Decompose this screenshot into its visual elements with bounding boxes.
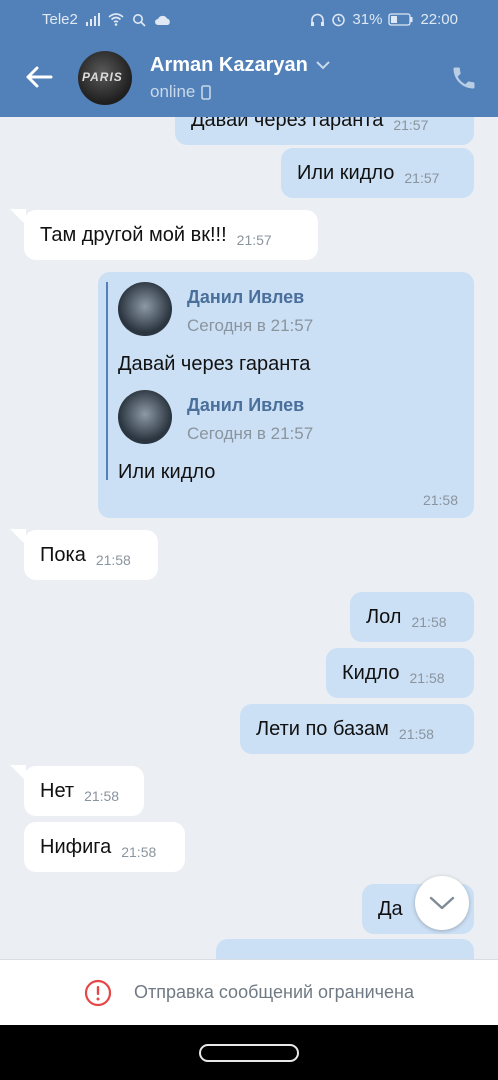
carrier-label: Tele2 — [42, 11, 78, 28]
mobile-icon — [201, 84, 212, 100]
message-text: Давай через гаранта — [191, 117, 384, 131]
avatar[interactable] — [118, 390, 172, 444]
scroll-down-button[interactable] — [415, 876, 469, 930]
message-time: 21:58 — [411, 614, 447, 630]
message-bubble[interactable]: Нет 21:58 — [24, 766, 144, 816]
message-bubble[interactable]: Давай через гаранта 21:57 — [175, 117, 474, 145]
contact-name-row[interactable]: Arman Kazaryan — [150, 54, 330, 77]
message-time: 21:58 — [84, 788, 120, 804]
contact-name: Arman Kazaryan — [150, 54, 308, 76]
message-text: Пока — [40, 543, 86, 566]
search-icon — [132, 13, 146, 27]
contact-status-row: online — [150, 82, 212, 102]
clock: 22:00 — [420, 11, 458, 28]
message-bubble[interactable]: Пока 21:58 — [24, 530, 158, 580]
alarm-icon — [332, 13, 346, 27]
message-text: Да — [378, 897, 403, 920]
contact-status: online — [150, 82, 196, 101]
forwarded-messages[interactable]: Данил Ивлев Сегодня в 21:57 Давай через … — [98, 272, 474, 518]
headphones-icon — [311, 13, 325, 26]
message-text: Там другой мой вк!!! — [40, 223, 227, 246]
forwarded-text: Давай через гаранта — [118, 353, 311, 375]
message-time: 21:58 — [398, 726, 434, 742]
forward-bar — [106, 282, 108, 480]
avatar[interactable] — [118, 282, 172, 336]
scroll-down-icon — [429, 896, 455, 910]
message-time: 21:58 — [422, 492, 458, 508]
message-bubble[interactable]: Или кидло 21:57 — [281, 148, 474, 198]
avatar-text: PARIS — [82, 70, 123, 84]
warning-icon — [84, 979, 112, 1006]
cloud-icon — [154, 15, 170, 25]
message-text: Лол — [366, 605, 402, 628]
forwarded-text: Или кидло — [118, 461, 216, 483]
message-time: 21:57 — [404, 170, 440, 186]
battery-icon — [388, 13, 413, 26]
message-text: Нет — [40, 779, 75, 802]
message-text: Нифига — [40, 835, 112, 858]
forwarded-date: Сегодня в 21:57 — [187, 424, 314, 443]
message-bubble[interactable]: Там другой мой вк!!! 21:57 — [24, 210, 318, 260]
message-list[interactable]: Давай через гаранта 21:57 Или кидло 21:5… — [0, 117, 498, 959]
message-bubble[interactable]: Кидло 21:58 — [326, 648, 474, 698]
chat-header: PARIS Arman Kazaryan online — [0, 40, 498, 117]
message-time: 21:57 — [393, 117, 429, 133]
restriction-notice: Отправка сообщений ограничена — [134, 982, 414, 1002]
battery-percent: 31% — [352, 11, 383, 28]
message-time: 21:58 — [95, 552, 131, 568]
message-bubble[interactable]: Нифига 21:58 — [24, 822, 185, 872]
chevron-down-icon — [316, 61, 330, 70]
wifi-icon — [108, 13, 124, 26]
message-text: Кидло — [342, 661, 400, 684]
signal-icon — [85, 13, 100, 26]
status-bar: Tele2 31% 22:00 — [0, 0, 498, 40]
message-time: 21:58 — [121, 844, 157, 860]
message-bubble[interactable]: Лети по базам 21:58 — [240, 704, 474, 754]
send-restricted-bar: Отправка сообщений ограничена — [0, 959, 498, 1025]
phone-icon[interactable] — [450, 64, 478, 92]
system-nav-bar — [0, 1025, 498, 1080]
message-bubble[interactable] — [216, 939, 474, 959]
home-gesture-handle[interactable] — [199, 1044, 299, 1062]
back-arrow-icon[interactable] — [24, 62, 54, 92]
forwarded-author[interactable]: Данил Ивлев — [187, 395, 304, 416]
avatar[interactable]: PARIS — [78, 51, 132, 105]
message-text: Или кидло — [297, 161, 395, 184]
message-time: 21:57 — [236, 232, 272, 248]
message-time: 21:58 — [409, 670, 445, 686]
message-text: Лети по базам — [256, 717, 389, 740]
forwarded-date: Сегодня в 21:57 — [187, 316, 314, 335]
message-bubble[interactable]: Лол 21:58 — [350, 592, 474, 642]
forwarded-author[interactable]: Данил Ивлев — [187, 287, 304, 308]
